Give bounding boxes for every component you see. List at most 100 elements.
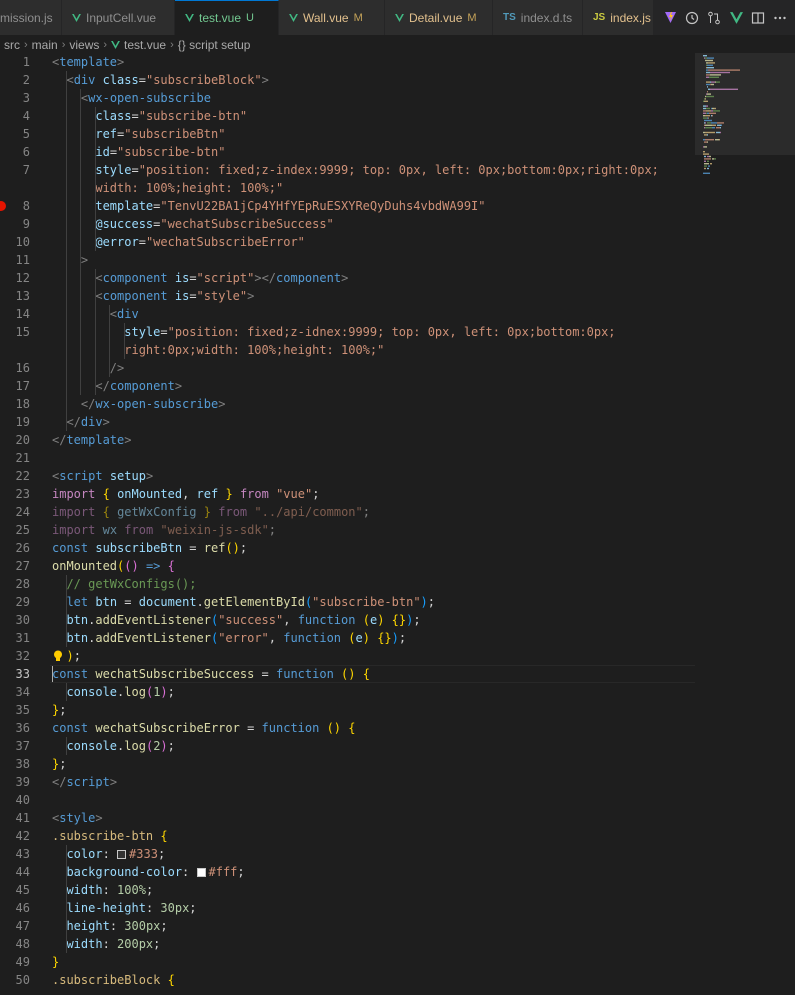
code-line-46[interactable]: 46 line-height: 30px; <box>0 899 695 917</box>
split-editor-icon[interactable] <box>751 11 765 25</box>
code-token: , <box>268 631 284 645</box>
code-line-47[interactable]: 47 height: 300px; <box>0 917 695 935</box>
code-line-4[interactable]: 4 class="subscribe-btn" <box>0 107 695 125</box>
code-line-42[interactable]: 42 .subscribe-btn { <box>0 827 695 845</box>
minimap-mark <box>706 83 710 86</box>
breadcrumb-item[interactable]: main <box>32 38 58 52</box>
code-line-22[interactable]: 22 <script setup> <box>0 467 695 485</box>
code-line-12[interactable]: 12 <component is="script"></component> <box>0 269 695 287</box>
code-line-36[interactable]: 36 const wechatSubscribeError = function … <box>0 719 695 737</box>
code-token: () <box>326 721 342 735</box>
code-line-50[interactable]: 50 .subscribeBlock { <box>0 971 695 989</box>
typescript-file-icon: TS <box>503 12 516 23</box>
code-line-11[interactable]: 11 > <box>0 251 695 269</box>
code-line-30[interactable]: 30 btn.addEventListener("success", funct… <box>0 611 695 629</box>
code-token: { <box>167 973 175 987</box>
minimap-mark <box>707 122 711 124</box>
code-line-40[interactable]: 40 <box>0 791 695 809</box>
code-token: setup <box>109 469 146 483</box>
code-token: > <box>102 415 110 429</box>
more-actions-icon[interactable] <box>773 11 787 25</box>
code-line-13[interactable]: 13 <component is="style"> <box>0 287 695 305</box>
tab-wall-vue[interactable]: Wall.vue M <box>279 0 385 35</box>
code-line-14[interactable]: 14 <div <box>0 305 695 323</box>
code-line-34[interactable]: 34 console.log(1); <box>0 683 695 701</box>
line-number: 23 <box>15 487 30 501</box>
breadcrumb-item[interactable]: views <box>69 38 99 52</box>
code-line-49[interactable]: 49} <box>0 953 695 971</box>
code-line-33[interactable]: 33 const wechatSubscribeSuccess = functio… <box>0 665 695 683</box>
vite-icon[interactable] <box>663 11 677 25</box>
code-line-39[interactable]: 39 </script> <box>0 773 695 791</box>
code-token: ) <box>391 631 399 645</box>
code-line-45[interactable]: 45 width: 100%; <box>0 881 695 899</box>
code-line-37[interactable]: 37 console.log(2); <box>0 737 695 755</box>
code-text: btn.addEventListener("success", function… <box>52 611 420 629</box>
code-line-5[interactable]: 5 ref="subscribeBtn" <box>0 125 695 143</box>
lightbulb-icon[interactable] <box>52 647 64 666</box>
tab-detail-vue[interactable]: Detail.vue M <box>385 0 493 35</box>
code-line-24[interactable]: 24 import { getWxConfig } from "../api/co… <box>0 503 695 521</box>
code-line-29[interactable]: 29 let btn = document.getElementById("su… <box>0 593 695 611</box>
code-line-32[interactable]: 32 ); <box>0 647 695 665</box>
minimap[interactable] <box>695 53 795 995</box>
code-line-21[interactable]: 21 <box>0 449 695 467</box>
compare-changes-icon[interactable] <box>707 11 721 25</box>
code-line-41[interactable]: 41 <style> <box>0 809 695 827</box>
code-line-8[interactable]: 8 template="TenvU22BA1jCp4YHfYEpRuESXYRe… <box>0 197 695 215</box>
code-line-26[interactable]: 26 const subscribeBtn = ref(); <box>0 539 695 557</box>
code-line-3[interactable]: 3 <wx-open-subscribe <box>0 89 695 107</box>
code-line-7[interactable]: 7 style="position: fixed;z-index:9999; t… <box>0 161 695 197</box>
code-line-17[interactable]: 17 </component> <box>0 377 695 395</box>
code-token: ) <box>66 649 74 663</box>
code-line-20[interactable]: 20 </template> <box>0 431 695 449</box>
tab-test-vue[interactable]: test.vue U <box>175 0 279 35</box>
code-token: component <box>102 271 168 285</box>
code-text: </script> <box>52 773 117 791</box>
code-line-23[interactable]: 23 import { onMounted, ref } from "vue"; <box>0 485 695 503</box>
history-icon[interactable] <box>685 11 699 25</box>
code-line-10[interactable]: 10 @error="wechatSubscribeError" <box>0 233 695 251</box>
minimap-mark <box>710 71 730 74</box>
code-line-31[interactable]: 31 btn.addEventListener("error", functio… <box>0 629 695 647</box>
code-line-2[interactable]: 2 <div class="subscribeBlock"> <box>0 71 695 89</box>
code-token: width: 100%;height: 100%;" <box>95 181 284 195</box>
line-number: 24 <box>15 505 30 519</box>
code-editor[interactable]: 1 <template> 2 <div class="subscribeBlock"… <box>0 53 795 995</box>
code-line-19[interactable]: 19 </div> <box>0 413 695 431</box>
code-line-6[interactable]: 6 id="subscribe-btn" <box>0 143 695 161</box>
code-line-18[interactable]: 18 </wx-open-subscribe> <box>0 395 695 413</box>
code-line-25[interactable]: 25 import wx from "weixin-js-sdk"; <box>0 521 695 539</box>
code-line-28[interactable]: 28 // getWxConfigs(); <box>0 575 695 593</box>
code-line-38[interactable]: 38}; <box>0 755 695 773</box>
code-token: ) <box>160 739 168 753</box>
breadcrumb-item[interactable]: src <box>4 38 20 52</box>
code-line-9[interactable]: 9 @success="wechatSubscribeSuccess" <box>0 215 695 233</box>
tab-inputcell-vue[interactable]: InputCell.vue <box>62 0 175 35</box>
code-token: ; <box>398 631 407 645</box>
code-line-16[interactable]: 16 /> <box>0 359 695 377</box>
code-text: background-color: #fff; <box>52 863 244 881</box>
code-line-1[interactable]: 1 <template> <box>0 53 695 71</box>
code-line-44[interactable]: 44 background-color: #fff; <box>0 863 695 881</box>
color-swatch[interactable] <box>196 868 206 877</box>
code-line-15[interactable]: 15 style="position: fixed;z-idnex:9999; … <box>0 323 695 359</box>
minimap-mark <box>707 86 708 88</box>
color-swatch[interactable] <box>117 850 127 859</box>
code-line-43[interactable]: 43 color: #333; <box>0 845 695 863</box>
minimap-mark <box>706 71 710 74</box>
breadcrumb-item[interactable]: test.vue <box>124 38 166 52</box>
code-text: import wx from "weixin-js-sdk"; <box>52 521 276 539</box>
tab-index-d-ts[interactable]: TS index.d.ts <box>493 0 583 35</box>
breadcrumb-item[interactable]: {} script setup <box>178 38 251 52</box>
vue-file-icon[interactable] <box>729 11 743 25</box>
tab-mission-js[interactable]: mission.js <box>0 0 62 35</box>
tab-status-badge: U <box>246 12 254 24</box>
code-line-27[interactable]: 27 onMounted(() => { <box>0 557 695 575</box>
code-line-48[interactable]: 48 width: 200px; <box>0 935 695 953</box>
code-line-35[interactable]: 35}; <box>0 701 695 719</box>
